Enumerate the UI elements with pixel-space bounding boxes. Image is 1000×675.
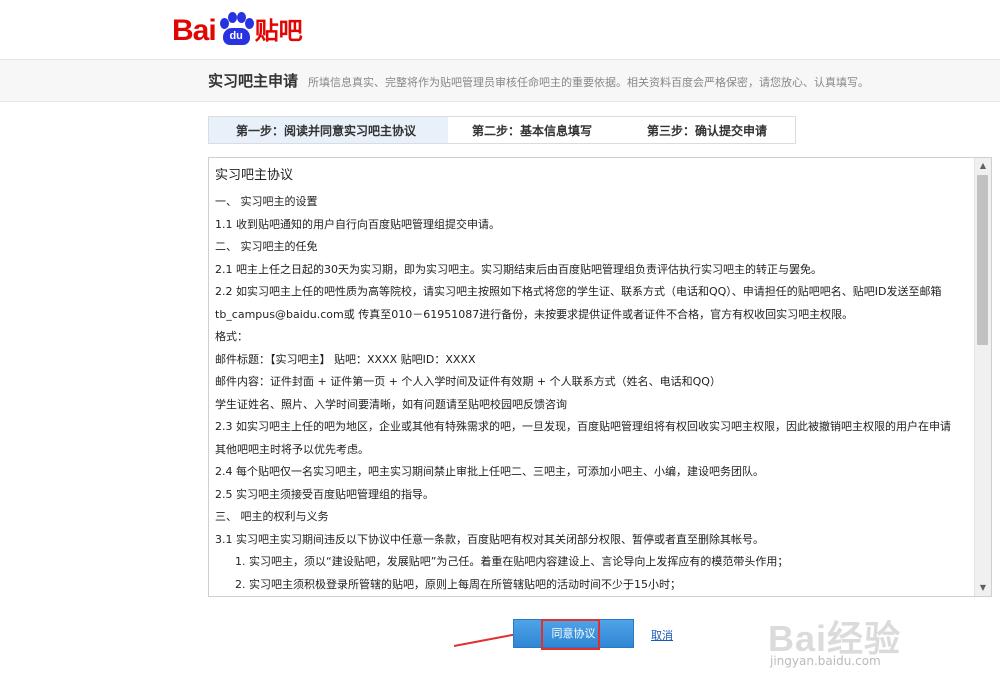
agreement-line: 2.2 如实习吧主上任的吧性质为高等院校，请实习吧主按照如下格式将您的学生证、联… — [215, 285, 942, 298]
agreement-line: 二、 实习吧主的任免 — [215, 240, 318, 253]
logo-text-bai: Bai — [172, 14, 217, 47]
agreement-subline: 2. 实习吧主须积极登录所管辖的贴吧，原则上每周在所管辖贴吧的活动时间不少于15… — [235, 577, 681, 591]
logo-text-tieba: 贴吧 — [254, 17, 303, 45]
scroll-up-icon[interactable]: ▲ — [975, 158, 991, 174]
agreement-line: 1.1 收到贴吧通知的用户自行向百度贴吧管理组提交申请。 — [215, 217, 500, 231]
agreement-line: 格式： — [215, 330, 248, 343]
agreement-line: 其他吧吧主时将予以优先考虑。 — [215, 442, 369, 456]
agreement-line: 邮件标题：【实习吧主】 贴吧：XXXX 贴吧ID：XXXX — [215, 352, 476, 366]
agreement-subline: 1. 实习吧主，须以“建设贴吧，发展贴吧”为己任。着重在贴吧内容建设上、言论导向… — [235, 555, 789, 568]
agreement-textbox[interactable]: 实习吧主协议 一、 实习吧主的设置 1.1 收到贴吧通知的用户自行向百度贴吧管理… — [208, 157, 992, 597]
step-1: 第一步：阅读并同意实习吧主协议 — [208, 116, 448, 144]
step-3: 第三步：确认提交申请 — [622, 116, 796, 144]
page-description: 所填信息真实、完整将作为贴吧管理员审核任命吧主的重要依据。相关资料百度会严格保密… — [308, 76, 869, 89]
baidu-tieba-logo[interactable]: Bai du 贴吧 — [172, 6, 303, 46]
agreement-line: 一、 实习吧主的设置 — [215, 195, 318, 208]
cancel-link[interactable]: 取消 — [651, 627, 673, 643]
agreement-content: 实习吧主协议 一、 实习吧主的设置 1.1 收到贴吧通知的用户自行向百度贴吧管理… — [215, 164, 975, 596]
scrollbar-thumb[interactable] — [977, 175, 988, 345]
step-progress: 第一步：阅读并同意实习吧主协议 第二步：基本信息填写 第三步：确认提交申请 — [208, 116, 796, 144]
agreement-line: 2.1 吧主上任之日起的30天为实习期，即为实习吧主。实习期结束后由百度贴吧管理… — [215, 262, 822, 276]
paw-icon: du — [218, 12, 254, 46]
agreement-line: 2.4 每个贴吧仅一名实习吧主，吧主实习期间禁止审批上任吧二、三吧主，可添加小吧… — [215, 465, 764, 478]
logo-text-du: du — [222, 28, 250, 45]
scroll-down-icon[interactable]: ▼ — [975, 580, 991, 596]
watermark-url: jingyan.baidu.com — [770, 654, 881, 668]
step-2: 第二步：基本信息填写 — [448, 116, 622, 144]
watermark-main: Bai经验 — [768, 618, 902, 659]
agreement-heading: 实习吧主协议 — [215, 168, 294, 183]
agreement-scrollbar[interactable]: ▲ ▼ — [974, 158, 991, 596]
agreement-line: 三、 吧主的权利与义务 — [215, 510, 329, 523]
title-band: 实习吧主申请 所填信息真实、完整将作为贴吧管理员审核任命吧主的重要依据。相关资料… — [0, 59, 1000, 102]
agreement-line: 2.5 实习吧主须接受百度贴吧管理组的指导。 — [215, 487, 434, 501]
baidu-jingyan-watermark: Bai经验 jingyan.baidu.com — [760, 610, 990, 670]
page-title: 实习吧主申请 — [208, 72, 299, 90]
agreement-line: 2.3 如实习吧主上任的吧为地区，企业或其他有特殊需求的吧，一旦发现，百度贴吧管… — [215, 420, 951, 433]
annotation-highlight-box — [541, 619, 600, 650]
agreement-line: 邮件内容：证件封面 + 证件第一页 + 个人入学时间及证件有效期 + 个人联系方… — [215, 375, 721, 388]
agreement-line: 学生证姓名、照片、入学时间要清晰，如有问题请至贴吧校园吧反馈咨询 — [215, 397, 567, 411]
agreement-line: 3.1 实习吧主实习期间违反以下协议中任意一条款，百度贴吧有权对其关闭部分权限、… — [215, 532, 764, 546]
agreement-line: tb_campus@baidu.com或 传真至010－61951087进行备份… — [215, 307, 854, 321]
